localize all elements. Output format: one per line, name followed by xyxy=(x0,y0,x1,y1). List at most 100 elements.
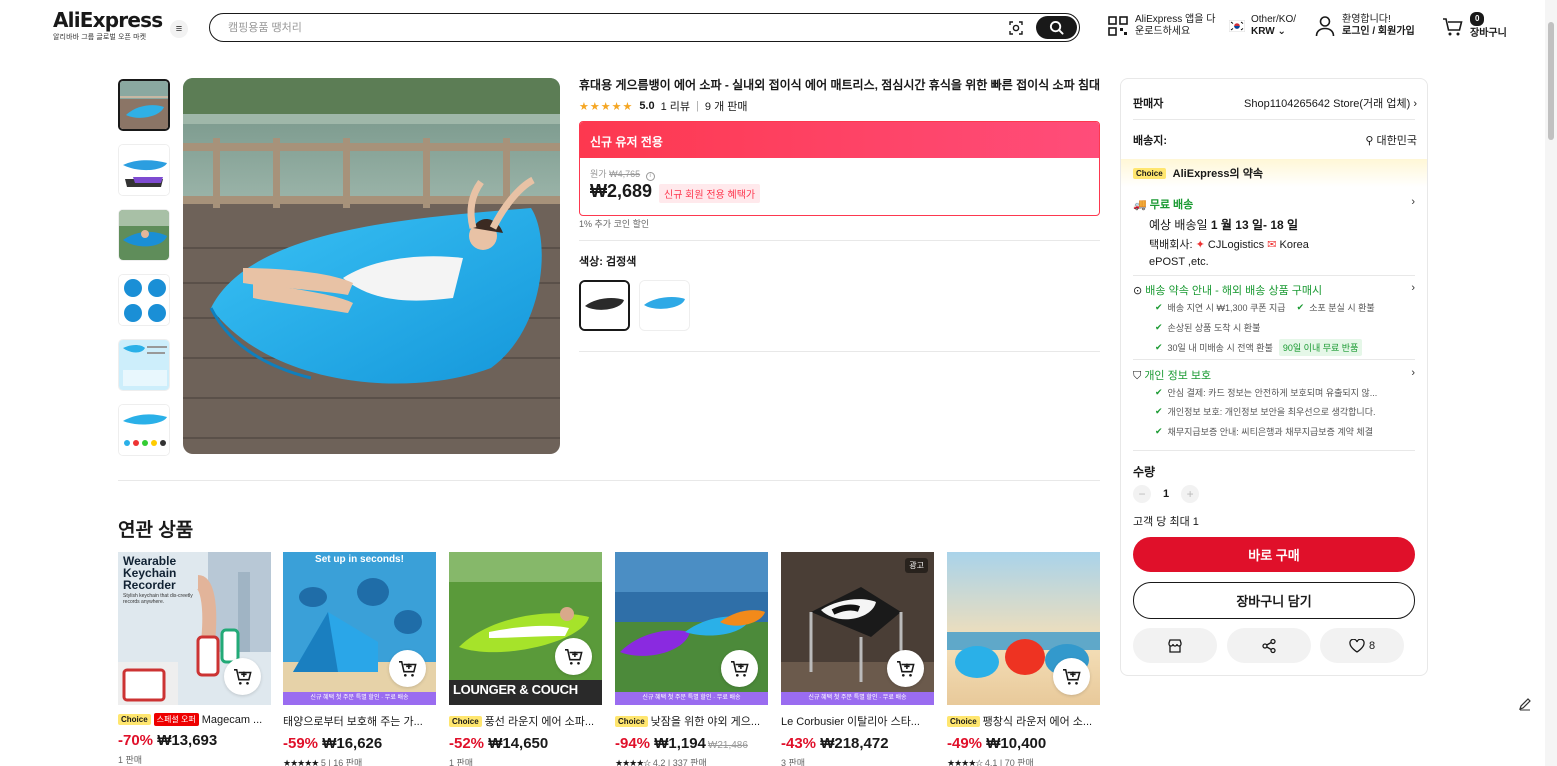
info-icon[interactable]: i xyxy=(645,172,655,181)
check-icon: ✔ xyxy=(1155,342,1163,352)
divider xyxy=(579,240,1100,241)
related-product-card[interactable]: Set up in seconds! 신규 혜택 첫 주문 특별 할인 · 무료… xyxy=(283,552,436,766)
add-to-cart-icon[interactable] xyxy=(555,638,592,675)
privacy-row[interactable]: ⛉ 개인 정보 보호 › xyxy=(1133,367,1417,383)
thumbnail-5[interactable] xyxy=(118,339,170,391)
product-title[interactable]: Le Corbusier 이탈리아 스타... xyxy=(781,713,920,729)
cart-count-badge: 0 xyxy=(1470,12,1485,26)
thumbnail-1[interactable] xyxy=(118,79,170,131)
related-product-card[interactable]: Wearable Keychain Recorder Stylish keychai… xyxy=(118,552,271,766)
search-input[interactable] xyxy=(228,19,988,36)
menu-icon[interactable]: ≡ xyxy=(170,20,188,38)
related-product-card[interactable]: LOUNGER & COUCH Choice 풍선 라운지 에어 소파... -5… xyxy=(449,552,602,766)
color-swatch-blue[interactable] xyxy=(639,280,690,331)
sale-price: ₩13,693 xyxy=(157,732,218,749)
rating-stars: ★★★★☆ xyxy=(947,758,983,766)
color-swatch-black[interactable] xyxy=(579,280,630,331)
delivery-promise-row[interactable]: ⊙ 배송 약속 안내 - 해외 배송 상품 구매시 › xyxy=(1133,282,1417,298)
quantity-value[interactable]: 1 xyxy=(1163,488,1169,500)
rating-score: 5.0 xyxy=(639,100,655,112)
choice-badge: Choice xyxy=(449,715,482,727)
purchase-panel: 판매자 Shop1104265642 Store(거래 업체) › 배송지: ⚲… xyxy=(1120,78,1428,676)
check-icon: ✔ xyxy=(1296,302,1305,312)
thumbnail-4[interactable] xyxy=(118,274,170,326)
chevron-right-icon: › xyxy=(1413,98,1417,110)
shield-check-icon: ⛉ xyxy=(1133,370,1142,382)
edit-icon[interactable] xyxy=(1515,694,1535,714)
choice-badge: Choice xyxy=(947,715,980,727)
app-download[interactable]: AliExpress 앱을 다 운로드하세요 xyxy=(1107,14,1215,38)
region-selector[interactable]: Other/KO/ KRW ⌄ xyxy=(1229,14,1296,38)
heart-icon xyxy=(1349,638,1365,653)
related-product-card[interactable]: 광고 신규 혜택 첫 주문 특별 할인 · 무료 배송 Le Corbusier… xyxy=(781,552,934,766)
chevron-down-icon: ⌄ xyxy=(1277,26,1286,37)
divider xyxy=(579,351,1100,352)
account-login[interactable]: 환영합니다! 로그인 / 회원가입 xyxy=(1315,14,1415,38)
main-product-image[interactable] xyxy=(183,78,560,454)
product-image[interactable]: Set up in seconds! 신규 혜택 첫 주문 특별 할인 · 무료… xyxy=(283,552,436,705)
product-image[interactable]: 광고 신규 혜택 첫 주문 특별 할인 · 무료 배송 xyxy=(781,552,934,705)
check-icon: ✔ xyxy=(1155,387,1163,397)
truck-icon: 🚚 xyxy=(1133,199,1147,211)
add-to-cart-button[interactable]: 장바구니 담기 xyxy=(1133,582,1415,619)
check-icon: ✔ xyxy=(1155,302,1163,312)
sold-info: 3 판매 xyxy=(781,758,806,766)
ship-to-row[interactable]: 배송지: ⚲ 대한민국 xyxy=(1133,132,1417,148)
review-count[interactable]: 1 리뷰 xyxy=(661,98,690,114)
thumbnail-3[interactable] xyxy=(118,209,170,261)
aliexpress-promise-header: Choice AliExpress의 약속 xyxy=(1121,159,1427,187)
product-title[interactable]: 풍선 라운지 에어 소파... xyxy=(485,713,594,729)
scrollbar-thumb[interactable] xyxy=(1548,22,1554,140)
original-price: ₩21,486 xyxy=(707,740,748,751)
product-image[interactable]: LOUNGER & COUCH xyxy=(449,552,602,705)
increment-button[interactable]: + xyxy=(1181,485,1200,503)
product-image[interactable]: Wearable Keychain Recorder Stylish keychai… xyxy=(118,552,271,705)
seller-name[interactable]: Shop1104265642 Store(거래 업체) xyxy=(1244,98,1410,110)
product-title[interactable]: 낮잠을 위한 야외 게으... xyxy=(651,713,760,729)
carrier-info: 택배회사: ✦ CJLogistics ✉ Korea ePOST ,etc. xyxy=(1149,239,1309,268)
thumbnail-6[interactable] xyxy=(118,404,170,456)
page-scrollbar[interactable] xyxy=(1545,0,1557,766)
max-quantity-note: 고객 당 최대 1 xyxy=(1133,516,1199,528)
store-button[interactable] xyxy=(1133,628,1217,663)
decrement-button[interactable]: − xyxy=(1133,485,1151,503)
product-title[interactable]: 팽창식 라운저 에어 소... xyxy=(983,713,1092,729)
free-shipping-row[interactable]: 🚚 무료 배송 › xyxy=(1133,196,1417,212)
seller-row[interactable]: 판매자 Shop1104265642 Store(거래 업체) › xyxy=(1133,95,1417,111)
rating-stars: ★★★★☆ xyxy=(615,758,651,766)
product-title: 휴대용 게으름뱅이 에어 소파 - 실내외 접이식 에어 매트리스, 점심시간 … xyxy=(579,78,1101,92)
product-title[interactable]: Magecam ... xyxy=(202,714,263,726)
product-image[interactable]: 신규 혜택 첫 주문 특별 할인 · 무료 배송 xyxy=(615,552,768,705)
ad-badge: 광고 xyxy=(905,558,928,573)
check-icon: ✔ xyxy=(1155,322,1163,332)
search-bar xyxy=(209,13,1080,42)
sold-info: 1 판매 xyxy=(118,755,143,765)
store-icon xyxy=(1168,639,1182,653)
cart-link[interactable]: 0 장바구니 xyxy=(1442,12,1507,40)
related-products-title: 연관 상품 xyxy=(118,520,194,541)
rating-row[interactable]: ★★★★★ 5.0 1 리뷰 | 9 개 판매 xyxy=(579,98,747,114)
add-to-cart-icon[interactable] xyxy=(1053,658,1090,695)
location-pin-icon: ⚲ xyxy=(1365,135,1374,147)
add-to-cart-icon[interactable] xyxy=(224,658,261,695)
buy-now-button[interactable]: 바로 구매 xyxy=(1133,537,1415,572)
free-return-badge: 90일 이내 무료 반품 xyxy=(1278,339,1363,356)
thumbnail-2[interactable] xyxy=(118,144,170,196)
related-product-card[interactable]: Choice 팽창식 라운저 에어 소... -49% ₩10,400 ★★★★☆… xyxy=(947,552,1100,766)
add-to-cart-icon[interactable] xyxy=(887,650,924,687)
qr-code-icon xyxy=(1108,16,1128,36)
search-button[interactable] xyxy=(1036,16,1077,39)
new-user-banner: 신규 유저 전용 xyxy=(580,122,1099,158)
aliexpress-logo[interactable]: AliExpress 알리바바 그룹 글로벌 오픈 마켓 xyxy=(53,9,163,42)
product-title[interactable]: 태양으로부터 보호해 주는 가... xyxy=(283,713,423,729)
add-to-cart-icon[interactable] xyxy=(389,650,426,687)
image-search-icon[interactable] xyxy=(1006,18,1026,38)
product-image[interactable] xyxy=(947,552,1100,705)
related-product-card[interactable]: 신규 혜택 첫 주문 특별 할인 · 무료 배송 Choice 낮잠을 위한 야외… xyxy=(615,552,768,766)
korea-flag-icon xyxy=(1229,20,1245,32)
wishlist-button[interactable]: 8 xyxy=(1320,628,1404,663)
discount-percent: -49% xyxy=(947,735,983,752)
add-to-cart-icon[interactable] xyxy=(721,650,758,687)
share-button[interactable] xyxy=(1227,628,1311,663)
sold-info: 4.1 | 70 판매 xyxy=(984,758,1034,766)
